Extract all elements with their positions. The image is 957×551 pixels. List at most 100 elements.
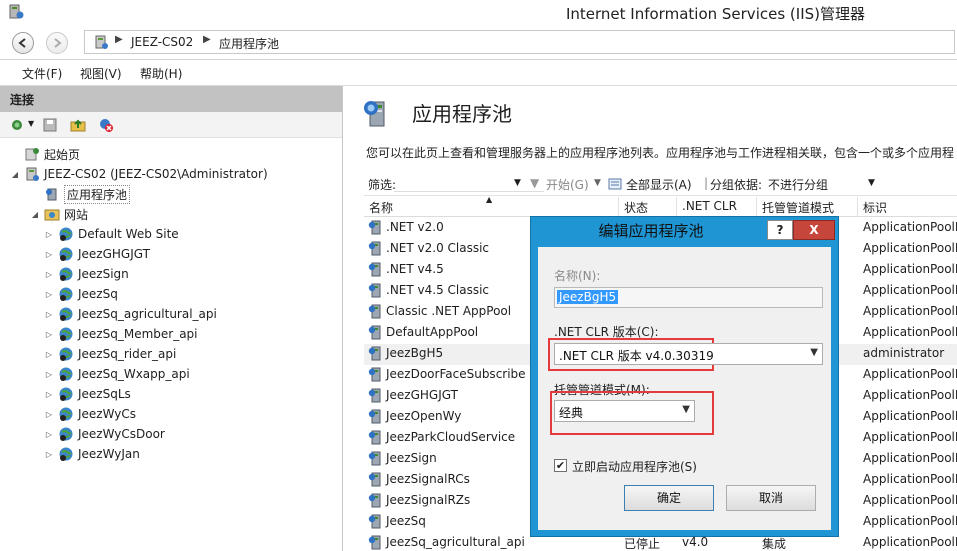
cell-name: JeezSign xyxy=(386,451,437,465)
help-button[interactable]: ? xyxy=(767,220,793,240)
column-status[interactable]: 状态 xyxy=(619,197,677,217)
expand-toggle-icon[interactable]: ▷ xyxy=(44,450,54,459)
app-pool-icon xyxy=(364,101,385,127)
start-page-icon xyxy=(25,148,39,161)
tree-item[interactable]: ▷ JeezSq_Wxapp_api xyxy=(44,364,190,384)
cell-identity: ApplicationPoolI xyxy=(863,451,957,465)
breadcrumb-separator-icon: ▶ xyxy=(203,34,211,45)
cell-status: 已停止 xyxy=(624,537,661,551)
show-all-button[interactable]: 全部显示(A) xyxy=(626,176,692,193)
chevron-down-icon: ▼ xyxy=(682,404,690,415)
expand-toggle-icon[interactable]: ▷ xyxy=(44,330,54,339)
column-pipeline-mode[interactable]: 托管管道模式 xyxy=(757,197,858,217)
connect-icon[interactable] xyxy=(10,117,26,133)
expand-toggle-icon[interactable]: ▷ xyxy=(44,270,54,279)
globe-icon xyxy=(59,227,73,241)
start-filter-button[interactable]: 开始(G) xyxy=(546,176,589,193)
menu-help[interactable]: 帮助(H) xyxy=(140,65,182,82)
address-bar[interactable]: ▶ JEEZ-CS02 ▶ 应用程序池 xyxy=(84,30,955,54)
column-name[interactable]: 名称 ▲ xyxy=(364,195,619,217)
app-pool-icon xyxy=(368,535,381,550)
cell-identity: ApplicationPoolI xyxy=(863,304,957,318)
connections-toolbar: ▼ xyxy=(0,112,342,138)
globe-icon xyxy=(59,247,73,261)
tree-item[interactable]: 应用程序池 xyxy=(30,184,131,204)
cell-name: .NET v4.5 xyxy=(386,262,444,276)
name-field[interactable]: JeezBgH5 xyxy=(554,287,823,308)
tree-item[interactable]: ▷ JeezSq xyxy=(44,284,118,304)
tree-item-label: JeezGHGJGT xyxy=(78,247,150,261)
app-pool-icon xyxy=(368,514,381,529)
forward-button[interactable] xyxy=(46,32,68,54)
connect-dropdown-icon[interactable]: ▼ xyxy=(28,119,34,128)
server-icon xyxy=(26,167,39,181)
tree-item[interactable]: ▷ JeezSqLs xyxy=(44,384,131,404)
cell-name: Classic .NET AppPool xyxy=(386,304,512,318)
tree-item[interactable]: ▷ JeezSign xyxy=(44,264,129,284)
expand-toggle-icon[interactable]: ▷ xyxy=(44,430,54,439)
expand-toggle-icon[interactable]: ▷ xyxy=(44,370,54,379)
tree-item[interactable]: ▷ JeezSq_Member_api xyxy=(44,324,198,344)
expand-toggle-icon[interactable]: ▷ xyxy=(44,230,54,239)
tree-item-label: JeezWyCs xyxy=(78,407,136,421)
cancel-button[interactable]: 取消 xyxy=(726,485,816,511)
filter-input[interactable] xyxy=(394,174,544,192)
cell-name: JeezSq xyxy=(386,514,426,528)
connections-pane: 连接 ▼ 起始页 ◢ JEEZ-CS02 (JEEZ-CS02\Administra… xyxy=(0,86,343,551)
tree-item[interactable]: ▷ JeezGHGJGT xyxy=(44,244,150,264)
tree-item[interactable]: ▷ JeezWyCsDoor xyxy=(44,424,165,444)
save-icon[interactable] xyxy=(42,117,58,133)
pipeline-mode-select[interactable]: 经典 ▼ xyxy=(554,400,695,422)
tree-item[interactable]: ▷ JeezSq_agricultural_api xyxy=(44,304,217,324)
cell-name: JeezBgH5 xyxy=(386,346,444,360)
start-filter-icon[interactable]: ▼ xyxy=(530,176,539,190)
group-by-select[interactable]: 不进行分组 xyxy=(768,176,828,193)
cell-identity: administrator xyxy=(863,346,945,360)
tree-item[interactable]: ▷ JeezSq_rider_api xyxy=(44,344,176,364)
menu-file[interactable]: 文件(F) xyxy=(22,65,62,82)
clr-version-select[interactable]: .NET CLR 版本 v4.0.30319 ▼ xyxy=(554,343,823,365)
separator: | xyxy=(704,176,709,190)
tree-item[interactable]: 起始页 xyxy=(10,144,80,164)
close-button[interactable]: X xyxy=(793,220,835,240)
expand-toggle-icon[interactable]: ▷ xyxy=(44,310,54,319)
cell-clr-version: v4.0 xyxy=(682,535,709,549)
expand-toggle-icon[interactable]: ▷ xyxy=(44,250,54,259)
table-header: 名称▲ 状态 .NET CLR ... 托管管道模式 标识 xyxy=(364,195,957,227)
cell-identity: ApplicationPoolI xyxy=(863,430,957,444)
column-clr[interactable]: .NET CLR ... xyxy=(677,197,757,227)
column-identity[interactable]: 标识 xyxy=(858,197,957,217)
disconnect-icon[interactable] xyxy=(98,117,114,133)
dialog-title: 编辑应用程序池 xyxy=(598,222,704,240)
tree-item[interactable]: ◢ JEEZ-CS02 (JEEZ-CS02\Administrator) xyxy=(10,164,268,184)
expand-toggle-icon[interactable]: ◢ xyxy=(30,210,40,219)
expand-toggle-icon[interactable]: ▷ xyxy=(44,290,54,299)
breadcrumb-app-pools[interactable]: 应用程序池 xyxy=(219,35,279,52)
group-by-dropdown-icon[interactable]: ▼ xyxy=(868,178,875,188)
start-dropdown-icon[interactable]: ▼ xyxy=(594,178,601,188)
server-icon xyxy=(95,35,108,49)
window-title: Internet Information Services (IIS)管理器 xyxy=(565,5,865,23)
app-pool-icon xyxy=(368,430,381,445)
breadcrumb-server[interactable]: JEEZ-CS02 xyxy=(131,35,193,49)
autostart-checkbox[interactable]: ✔ xyxy=(554,459,567,472)
expand-toggle-icon[interactable]: ▷ xyxy=(44,390,54,399)
expand-toggle-icon[interactable]: ◢ xyxy=(10,170,20,179)
tree-item[interactable]: ▷ Default Web Site xyxy=(44,224,179,244)
tree-item[interactable]: ▷ JeezWyCs xyxy=(44,404,136,424)
globe-icon xyxy=(59,267,73,281)
app-pool-icon xyxy=(368,325,381,340)
filter-dropdown-icon[interactable]: ▼ xyxy=(514,178,521,188)
tree-item[interactable]: ▷ JeezWyJan xyxy=(44,444,140,464)
app-pool-icon xyxy=(368,262,381,277)
expand-toggle-icon[interactable]: ▷ xyxy=(44,410,54,419)
autostart-label: 立即启动应用程序池(S) xyxy=(572,460,697,474)
up-folder-icon[interactable] xyxy=(70,117,86,133)
cell-identity: ApplicationPoolI xyxy=(863,220,957,234)
tree-item-label: JeezSq xyxy=(78,287,118,301)
menu-view[interactable]: 视图(V) xyxy=(80,65,122,82)
expand-toggle-icon[interactable]: ▷ xyxy=(44,350,54,359)
ok-button[interactable]: 确定 xyxy=(624,485,714,511)
back-button[interactable] xyxy=(12,32,34,54)
tree-item[interactable]: ◢ 网站 xyxy=(30,204,88,224)
